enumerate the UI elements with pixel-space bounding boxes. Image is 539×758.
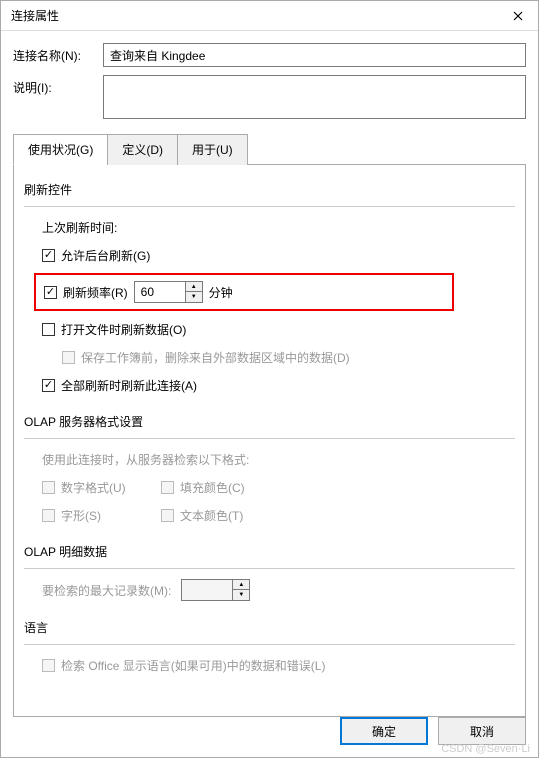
allow-background-refresh-label: 允许后台刷新(G) <box>61 247 150 264</box>
refresh-rate-spinner: ▲ ▼ <box>134 281 203 303</box>
close-icon <box>513 11 523 21</box>
divider <box>24 568 515 569</box>
refresh-rate-up[interactable]: ▲ <box>186 282 202 292</box>
delete-external-data-label: 保存工作簿前，删除来自外部数据区域中的数据(D) <box>81 349 350 366</box>
divider <box>24 206 515 207</box>
text-color-checkbox <box>161 509 174 522</box>
tab-content-usage: 刷新控件 上次刷新时间: 允许后台刷新(G) 刷新频率(R) ▲ <box>13 165 526 717</box>
dialog-body: 连接名称(N): 说明(I): 使用状况(G) 定义(D) 用于(U) 刷新控件… <box>1 31 538 729</box>
titlebar: 连接属性 <box>1 1 538 31</box>
description-input[interactable] <box>103 75 526 119</box>
connection-name-label: 连接名称(N): <box>13 43 103 64</box>
refresh-on-open-label: 打开文件时刷新数据(O) <box>61 321 186 338</box>
text-color-label: 文本颜色(T) <box>180 507 243 524</box>
allow-background-refresh-checkbox[interactable] <box>42 249 55 262</box>
description-label: 说明(I): <box>13 75 103 96</box>
tab-used-in[interactable]: 用于(U) <box>177 134 248 165</box>
dialog-title: 连接属性 <box>11 7 59 24</box>
refresh-rate-label: 刷新频率(R) <box>63 284 128 301</box>
refresh-rate-highlight: 刷新频率(R) ▲ ▼ 分钟 <box>34 273 454 311</box>
search-office-lang-label: 检索 Office 显示语言(如果可用)中的数据和错误(L) <box>61 657 325 674</box>
olap-detail-section-title: OLAP 明细数据 <box>24 543 515 560</box>
fill-color-label: 填充颜色(C) <box>180 479 245 496</box>
number-format-label: 数字格式(U) <box>61 479 161 496</box>
refresh-rate-down[interactable]: ▼ <box>186 292 202 302</box>
font-style-checkbox <box>42 509 55 522</box>
refresh-rate-unit: 分钟 <box>209 284 233 301</box>
tabs: 使用状况(G) 定义(D) 用于(U) <box>13 133 526 165</box>
max-records-down: ▼ <box>233 590 249 600</box>
dialog-footer: 确定 取消 <box>340 717 526 745</box>
refresh-rate-checkbox[interactable] <box>44 286 57 299</box>
font-style-label: 字形(S) <box>61 507 161 524</box>
language-section-title: 语言 <box>24 619 515 636</box>
olap-format-section-title: OLAP 服务器格式设置 <box>24 413 515 430</box>
search-office-lang-checkbox <box>42 659 55 672</box>
refresh-section-title: 刷新控件 <box>24 181 515 198</box>
refresh-all-checkbox[interactable] <box>42 379 55 392</box>
tab-usage[interactable]: 使用状况(G) <box>13 134 108 165</box>
max-records-up: ▲ <box>233 580 249 590</box>
max-records-input <box>182 580 232 600</box>
refresh-on-open-checkbox[interactable] <box>42 323 55 336</box>
connection-properties-dialog: 连接属性 连接名称(N): 说明(I): 使用状况(G) 定义(D) 用于(U)… <box>0 0 539 758</box>
refresh-rate-input[interactable] <box>135 282 185 302</box>
tab-definition[interactable]: 定义(D) <box>107 134 178 165</box>
connection-name-input[interactable] <box>103 43 526 67</box>
max-records-label: 要检索的最大记录数(M): <box>42 582 171 599</box>
ok-button[interactable]: 确定 <box>340 717 428 745</box>
delete-external-data-checkbox <box>62 351 75 364</box>
max-records-spinner: ▲ ▼ <box>181 579 250 601</box>
olap-format-hint: 使用此连接时，从服务器检索以下格式: <box>42 451 249 468</box>
number-format-checkbox <box>42 481 55 494</box>
fill-color-checkbox <box>161 481 174 494</box>
last-refresh-label: 上次刷新时间: <box>42 219 117 236</box>
cancel-button[interactable]: 取消 <box>438 717 526 745</box>
close-button[interactable] <box>498 1 538 31</box>
refresh-all-label: 全部刷新时刷新此连接(A) <box>61 377 197 394</box>
divider <box>24 644 515 645</box>
divider <box>24 438 515 439</box>
